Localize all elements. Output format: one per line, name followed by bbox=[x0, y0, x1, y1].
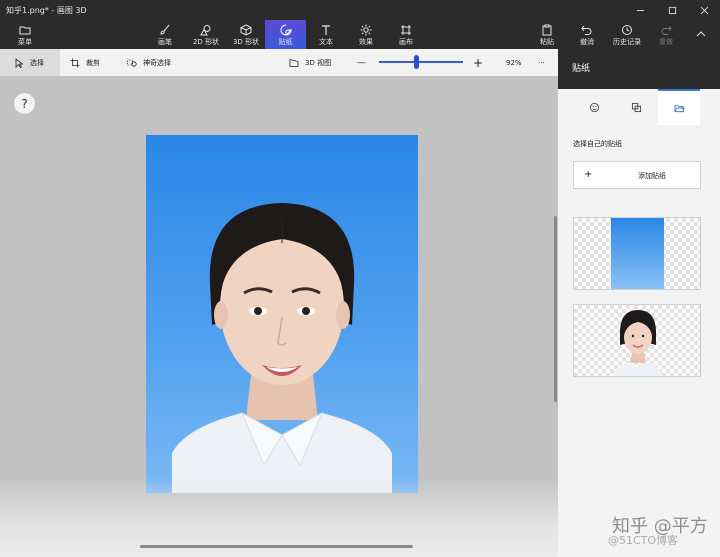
portrait-cutout-preview bbox=[612, 310, 664, 376]
brushes-tool[interactable]: 画笔 bbox=[150, 20, 180, 49]
zoom-slider-track[interactable] bbox=[379, 61, 463, 63]
title-bar: 知乎1.png* - 画图 3D bbox=[0, 0, 720, 20]
smiley-sticker-icon bbox=[589, 102, 599, 112]
cursor-icon bbox=[15, 57, 24, 68]
view3d-label: 3D 视图 bbox=[305, 58, 332, 67]
watermark-51cto: @51CTO博客 bbox=[608, 534, 679, 547]
sticker-thumbnail-portrait[interactable] bbox=[573, 304, 701, 377]
canvas-label: 画布 bbox=[399, 37, 413, 46]
redo-icon bbox=[661, 25, 672, 35]
zoom-out-button[interactable]: — bbox=[357, 49, 369, 76]
folder-open-icon bbox=[674, 104, 685, 112]
maximize-button[interactable] bbox=[656, 0, 688, 20]
portrait-illustration bbox=[172, 203, 392, 493]
window-controls bbox=[624, 0, 720, 20]
magic-select-icon bbox=[127, 59, 137, 67]
tab-stickers[interactable] bbox=[573, 89, 615, 125]
brush-icon bbox=[160, 24, 170, 35]
undo-icon bbox=[581, 25, 592, 35]
menu-button[interactable]: 菜单 bbox=[10, 20, 40, 49]
stickers-tool[interactable]: 贴纸 bbox=[265, 20, 306, 49]
history-label: 历史记录 bbox=[613, 37, 641, 46]
crop-icon bbox=[70, 58, 80, 67]
zoom-slider-thumb[interactable] bbox=[414, 55, 420, 69]
sticker-icon bbox=[280, 24, 292, 35]
window-title: 知乎1.png* - 画图 3D bbox=[6, 5, 87, 15]
view3d-icon bbox=[289, 58, 299, 67]
close-button[interactable] bbox=[688, 0, 720, 20]
stickers-label: 贴纸 bbox=[278, 37, 293, 46]
blue-background-preview bbox=[611, 218, 664, 289]
more-button[interactable]: ··· bbox=[538, 49, 552, 76]
magic-select-label: 神奇选择 bbox=[143, 58, 171, 67]
tab-textures[interactable] bbox=[615, 89, 657, 125]
redo-button[interactable]: 重做 bbox=[652, 20, 680, 49]
texture-icon bbox=[631, 102, 641, 112]
minimize-button[interactable] bbox=[624, 0, 656, 20]
zoom-out-label: — bbox=[357, 57, 366, 68]
brushes-label: 画笔 bbox=[158, 37, 172, 46]
ribbon: 菜单 画笔 2D 形状 3D 形状 贴纸 文本 效果 画布 粘贴 撤消 历史记录 bbox=[0, 20, 720, 49]
close-icon bbox=[700, 6, 708, 14]
help-label: ? bbox=[21, 96, 28, 111]
crop-button[interactable]: 裁剪 bbox=[70, 49, 114, 76]
sticker-thumbnail-background[interactable] bbox=[573, 217, 701, 290]
menu-label: 菜单 bbox=[18, 37, 32, 46]
maximize-icon bbox=[668, 6, 676, 14]
more-label: ··· bbox=[538, 58, 545, 67]
plus-icon: + bbox=[584, 169, 593, 180]
zoom-level-text: 92% bbox=[506, 58, 522, 67]
shapes2d-tool[interactable]: 2D 形状 bbox=[188, 20, 224, 49]
shapes3d-tool[interactable]: 3D 形状 bbox=[228, 20, 264, 49]
minimize-icon bbox=[636, 9, 644, 11]
folder-icon bbox=[19, 26, 31, 34]
zoom-in-label: + bbox=[473, 55, 484, 70]
panel-title: 贴纸 bbox=[572, 64, 591, 74]
drawing-canvas[interactable]: ? bbox=[0, 76, 558, 557]
magic-select-button[interactable]: 神奇选择 bbox=[127, 49, 189, 76]
effects-label: 效果 bbox=[359, 37, 373, 46]
tab-custom-stickers[interactable] bbox=[658, 89, 700, 125]
sun-icon bbox=[360, 24, 372, 35]
shapes3d-label: 3D 形状 bbox=[232, 37, 260, 46]
select-button[interactable]: 选择 bbox=[0, 49, 60, 76]
help-button[interactable]: ? bbox=[13, 92, 36, 115]
portrait-image[interactable] bbox=[146, 135, 418, 493]
add-sticker-label: 添加贴纸 bbox=[638, 172, 666, 180]
effects-tool[interactable]: 效果 bbox=[351, 20, 381, 49]
history-icon bbox=[622, 24, 632, 35]
cube-icon bbox=[240, 23, 252, 36]
shapes-2d-icon bbox=[200, 24, 211, 35]
vertical-scrollbar[interactable] bbox=[554, 216, 557, 402]
horizontal-scrollbar[interactable] bbox=[140, 545, 413, 548]
clipboard-icon bbox=[542, 24, 552, 35]
canvas-tool[interactable]: 画布 bbox=[391, 20, 421, 49]
add-sticker-button[interactable]: + 添加贴纸 bbox=[573, 161, 701, 189]
paste-label: 粘贴 bbox=[540, 37, 554, 46]
undo-label: 撤消 bbox=[580, 37, 594, 46]
crop-label: 裁剪 bbox=[86, 58, 100, 67]
redo-label: 重做 bbox=[659, 37, 673, 46]
text-tool[interactable]: 文本 bbox=[311, 20, 341, 49]
text-icon bbox=[322, 24, 330, 35]
stickers-panel: 贴纸 选择自己的贴纸 + 添加贴纸 bbox=[558, 49, 720, 557]
select-label: 选择 bbox=[30, 58, 44, 67]
panel-header: 贴纸 bbox=[558, 49, 720, 89]
zoom-in-button[interactable]: + bbox=[473, 49, 485, 76]
history-button[interactable]: 历史记录 bbox=[608, 20, 646, 49]
view3d-button[interactable]: 3D 视图 bbox=[289, 49, 339, 76]
custom-stickers-heading: 选择自己的贴纸 bbox=[573, 140, 622, 148]
canvas-icon bbox=[401, 24, 411, 35]
undo-button[interactable]: 撤消 bbox=[572, 20, 602, 49]
paste-button[interactable]: 粘贴 bbox=[532, 20, 562, 49]
sticker-tabs bbox=[558, 89, 720, 125]
text-label: 文本 bbox=[319, 37, 333, 46]
shapes2d-label: 2D 形状 bbox=[192, 37, 220, 46]
zoom-level: 92% bbox=[506, 49, 528, 76]
collapse-ribbon-button[interactable] bbox=[690, 20, 712, 49]
chevron-up-icon bbox=[696, 30, 706, 36]
toolbar: 选择 裁剪 神奇选择 3D 视图 — + 92% ··· bbox=[0, 49, 558, 76]
